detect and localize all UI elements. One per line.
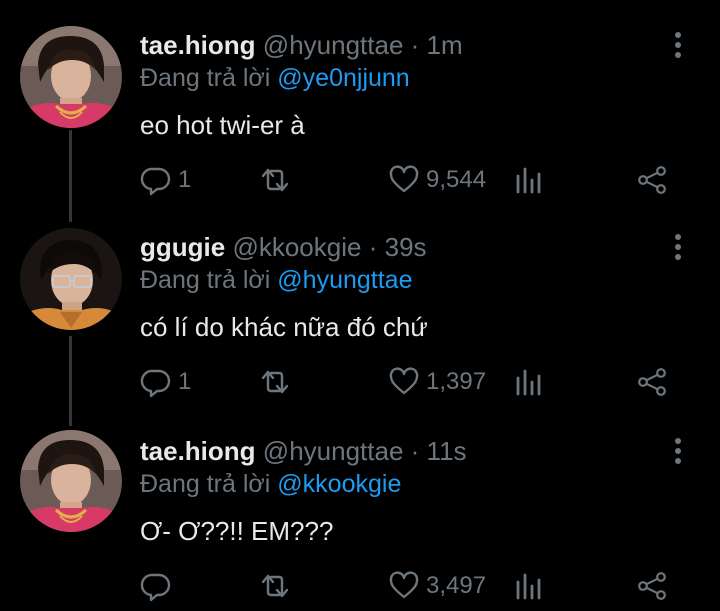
display-name[interactable]: tae.hiong — [140, 436, 256, 466]
avatar[interactable] — [20, 26, 122, 128]
user-handle[interactable]: @kkookgie — [232, 232, 361, 262]
reply-count: 1 — [178, 166, 192, 193]
mention-link[interactable]: @ye0njjunn — [277, 64, 409, 92]
more-icon[interactable] — [664, 436, 692, 466]
replying-to-label: Đang trả lời — [140, 64, 271, 92]
like-icon — [388, 366, 420, 398]
avatar-image — [20, 26, 122, 128]
reply-count: 1 — [178, 368, 192, 395]
display-name[interactable]: ggugie — [140, 232, 225, 262]
timestamp[interactable]: 1m — [427, 30, 463, 60]
more-icon[interactable] — [664, 232, 692, 262]
action-bar: 1 1,397 — [140, 364, 700, 400]
tweet-header: ggugie @kkookgie · 39s — [140, 232, 427, 263]
like-count: 9,544 — [426, 166, 487, 193]
retweet-button[interactable] — [258, 364, 298, 400]
display-name[interactable]: tae.hiong — [140, 30, 256, 60]
avatar[interactable] — [20, 228, 122, 330]
retweet-icon — [258, 164, 292, 196]
stats-icon — [514, 164, 544, 196]
tweet[interactable]: ggugie @kkookgie · 39s Đang trả lời @hyu… — [0, 202, 720, 406]
like-icon — [388, 570, 420, 602]
replying-to-label: Đang trả lời — [140, 266, 271, 294]
separator: · — [368, 232, 378, 262]
reply-icon — [140, 164, 172, 196]
retweet-icon — [258, 366, 292, 398]
like-button[interactable]: 9,544 — [388, 162, 486, 198]
like-button[interactable]: 3,497 — [388, 568, 486, 604]
timestamp[interactable]: 39s — [385, 232, 427, 262]
user-handle[interactable]: @hyungttae — [263, 30, 404, 60]
tweet[interactable]: tae.hiong @hyungttae · 11s Đang trả lời … — [0, 406, 720, 611]
avatar[interactable] — [20, 430, 122, 532]
user-handle[interactable]: @hyungttae — [263, 436, 404, 466]
like-count: 1,397 — [426, 368, 487, 395]
stats-button[interactable] — [514, 568, 544, 604]
stats-button[interactable] — [514, 162, 544, 198]
replying-to: Đang trả lời @ye0njjunn — [140, 64, 410, 93]
stats-icon — [514, 366, 544, 398]
avatar-image — [20, 430, 122, 532]
mention-link[interactable]: @kkookgie — [277, 470, 401, 498]
tweet[interactable]: tae.hiong @hyungttae · 1m Đang trả lời @… — [0, 0, 720, 202]
reply-icon — [140, 366, 172, 398]
separator: · — [410, 436, 420, 466]
reply-button[interactable] — [140, 568, 178, 604]
stats-icon — [514, 570, 544, 602]
share-button[interactable] — [636, 162, 668, 198]
share-icon — [636, 366, 668, 398]
tweet-header: tae.hiong @hyungttae · 1m — [140, 30, 463, 61]
share-button[interactable] — [636, 568, 668, 604]
timestamp[interactable]: 11s — [427, 436, 467, 466]
more-icon[interactable] — [664, 30, 692, 60]
retweet-button[interactable] — [258, 162, 298, 198]
tweet-text: có lí do khác nữa đó chứ — [140, 312, 428, 342]
separator: · — [410, 30, 420, 60]
like-icon — [388, 164, 420, 196]
retweet-button[interactable] — [258, 568, 298, 604]
reply-button[interactable]: 1 — [140, 364, 191, 400]
action-bar: 3,497 — [140, 568, 700, 604]
reply-button[interactable]: 1 — [140, 162, 191, 198]
reply-icon — [140, 570, 172, 602]
like-count: 3,497 — [426, 572, 487, 599]
stats-button[interactable] — [514, 364, 544, 400]
like-button[interactable]: 1,397 — [388, 364, 486, 400]
mention-link[interactable]: @hyungttae — [277, 266, 412, 294]
share-button[interactable] — [636, 364, 668, 400]
tweet-header: tae.hiong @hyungttae · 11s — [140, 436, 467, 467]
retweet-icon — [258, 570, 292, 602]
replying-to: Đang trả lời @kkookgie — [140, 470, 401, 499]
replying-to-label: Đang trả lời — [140, 470, 271, 498]
tweet-text: Ơ- Ơ??!! EM??? — [140, 516, 334, 546]
replying-to: Đang trả lời @hyungttae — [140, 266, 413, 295]
share-icon — [636, 570, 668, 602]
tweet-text: eo hot twi-er à — [140, 110, 305, 140]
avatar-image — [20, 228, 122, 330]
action-bar: 1 9,544 — [140, 162, 700, 198]
share-icon — [636, 164, 668, 196]
